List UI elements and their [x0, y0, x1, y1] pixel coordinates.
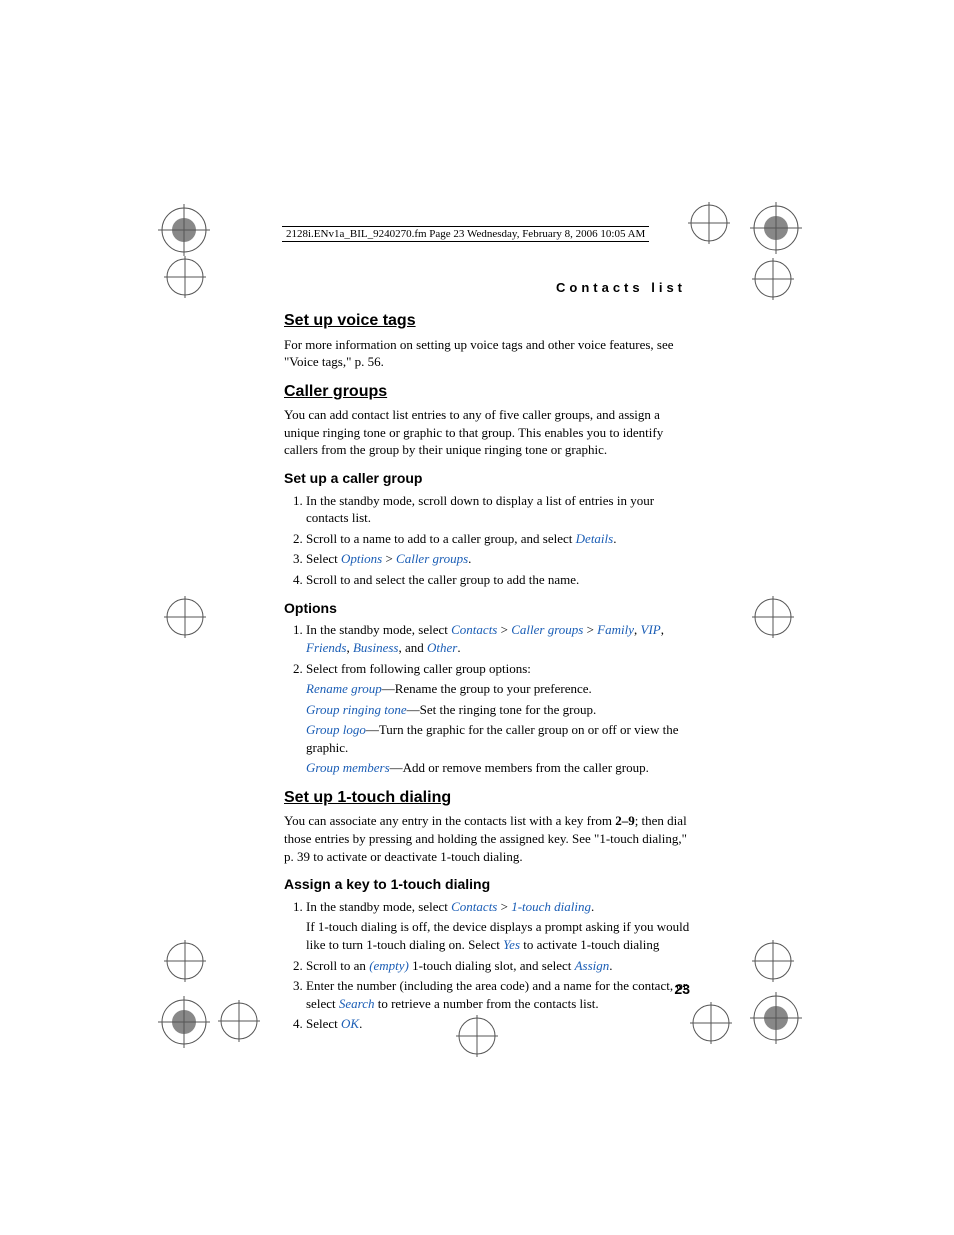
ui-details: Details [576, 531, 614, 546]
para-voice-tags: For more information on setting up voice… [284, 336, 690, 371]
heading-assign-key: Assign a key to 1-touch dialing [284, 875, 690, 894]
reg-mark-bot-right-a [752, 940, 794, 982]
list-item: Scroll to a name to add to a caller grou… [306, 530, 690, 548]
ui-business: Business [353, 640, 399, 655]
steps-assign-key: In the standby mode, select Contacts > 1… [284, 898, 690, 1033]
ui-empty: (empty) [369, 958, 409, 973]
reg-mark-top-right-a [688, 202, 730, 244]
ui-other: Other [427, 640, 457, 655]
steps-setup-caller-group: In the standby mode, scroll down to disp… [284, 492, 690, 589]
list-item: In the standby mode, scroll down to disp… [306, 492, 690, 527]
reg-mark-bot-left-c [218, 1000, 260, 1042]
list-item: In the standby mode, select Contacts > 1… [306, 898, 690, 954]
ui-contacts-2: Contacts [451, 899, 497, 914]
para-caller-groups: You can add contact list entries to any … [284, 406, 690, 459]
key-range: 2–9 [615, 813, 635, 828]
list-item: Enter the number (including the area cod… [306, 977, 690, 1012]
page-header: 2128i.ENv1a_BIL_9240270.fm Page 23 Wedne… [282, 226, 649, 242]
reg-mark-bot-left-b [158, 996, 210, 1048]
ui-rename-group: Rename group [306, 681, 382, 696]
ui-caller-groups: Caller groups [396, 551, 468, 566]
reg-mark-top-left [158, 204, 210, 256]
ui-vip: VIP [641, 622, 661, 637]
reg-mark-bot-left-a [164, 940, 206, 982]
list-item: Scroll to an (empty) 1-touch dialing slo… [306, 957, 690, 975]
ui-contacts: Contacts [451, 622, 497, 637]
ui-friends: Friends [306, 640, 346, 655]
heading-caller-groups: Caller groups [284, 381, 690, 403]
ui-assign: Assign [575, 958, 610, 973]
reg-mark-bot-right-b [750, 992, 802, 1044]
list-item: Select from following caller group optio… [306, 660, 690, 777]
ui-group-members: Group members [306, 760, 390, 775]
ui-1touch-dialing: 1-touch dialing [511, 899, 591, 914]
page-number: 23 [674, 981, 690, 997]
reg-mark-mid-right [752, 596, 794, 638]
reg-mark-mid-left [164, 596, 206, 638]
reg-mark-top-left-inner [164, 256, 206, 298]
para-1touch: You can associate any entry in the conta… [284, 812, 690, 865]
ui-family: Family [597, 622, 634, 637]
chapter-title: Contacts list [556, 280, 686, 295]
ui-caller-groups-2: Caller groups [511, 622, 583, 637]
list-item: Select OK. [306, 1015, 690, 1033]
page-content: Set up voice tags For more information o… [284, 300, 690, 1037]
steps-options: In the standby mode, select Contacts > C… [284, 621, 690, 776]
reg-mark-bot-right-c [690, 1002, 732, 1044]
reg-mark-top-right-c [752, 258, 794, 300]
heading-1touch: Set up 1-touch dialing [284, 787, 690, 809]
reg-mark-top-right-b [750, 202, 802, 254]
heading-voice-tags: Set up voice tags [284, 310, 690, 332]
list-item: Scroll to and select the caller group to… [306, 571, 690, 589]
ui-ok: OK [341, 1016, 359, 1031]
ui-search: Search [339, 996, 375, 1011]
heading-options: Options [284, 599, 690, 618]
ui-yes: Yes [503, 937, 520, 952]
ui-options: Options [341, 551, 382, 566]
ui-group-ringing-tone: Group ringing tone [306, 702, 407, 717]
list-item: Select Options > Caller groups. [306, 550, 690, 568]
list-item: In the standby mode, select Contacts > C… [306, 621, 690, 656]
heading-setup-caller-group: Set up a caller group [284, 469, 690, 488]
ui-group-logo: Group logo [306, 722, 366, 737]
